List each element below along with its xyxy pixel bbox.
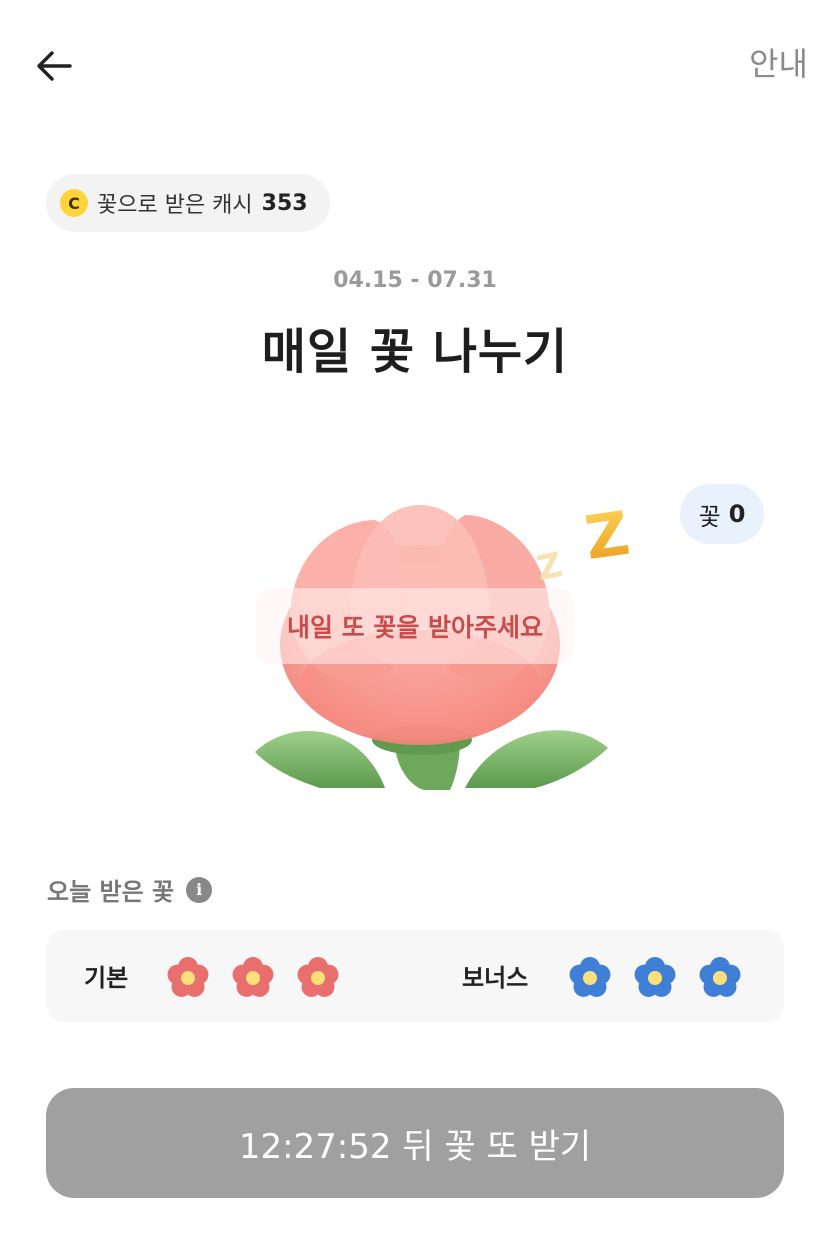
basic-flower-icon bbox=[164, 954, 212, 1002]
flower-count-badge: 꽃 0 bbox=[680, 484, 764, 544]
cash-amount: 353 bbox=[261, 190, 308, 216]
cash-label: 꽃으로 받은 캐시 bbox=[97, 193, 253, 218]
guide-link[interactable]: 안내 bbox=[749, 42, 808, 86]
coin-icon: C bbox=[60, 189, 88, 217]
basic-label: 기본 bbox=[84, 964, 129, 992]
sleep-z-large: Z bbox=[581, 499, 634, 574]
bonus-label: 보너스 bbox=[462, 964, 529, 992]
bonus-flower-icon bbox=[566, 954, 614, 1002]
flower-count: 0 bbox=[728, 500, 746, 528]
basic-flower-icon bbox=[229, 954, 277, 1002]
arrow-left-icon bbox=[37, 51, 72, 81]
today-flowers-header: 오늘 받은 꽃 i bbox=[47, 872, 213, 907]
bonus-flower-icon bbox=[631, 954, 679, 1002]
info-icon[interactable]: i bbox=[186, 876, 213, 903]
bonus-flower-icon bbox=[696, 954, 744, 1002]
event-period: 04.15 - 07.31 bbox=[333, 268, 497, 293]
tomorrow-message: 내일 또 꽃을 받아주세요 bbox=[256, 588, 574, 664]
flower-count-label: 꽃 bbox=[698, 502, 721, 531]
cash-chip: C 꽃으로 받은 캐시 353 bbox=[46, 174, 330, 232]
basic-flower-icon bbox=[294, 954, 342, 1002]
page-title: 매일 꽃 나누기 bbox=[261, 324, 569, 380]
today-flowers-label: 오늘 받은 꽃 bbox=[47, 878, 175, 906]
receive-flower-button[interactable]: 12:27:52 뒤 꽃 또 받기 bbox=[46, 1088, 784, 1198]
back-button[interactable] bbox=[30, 42, 78, 90]
